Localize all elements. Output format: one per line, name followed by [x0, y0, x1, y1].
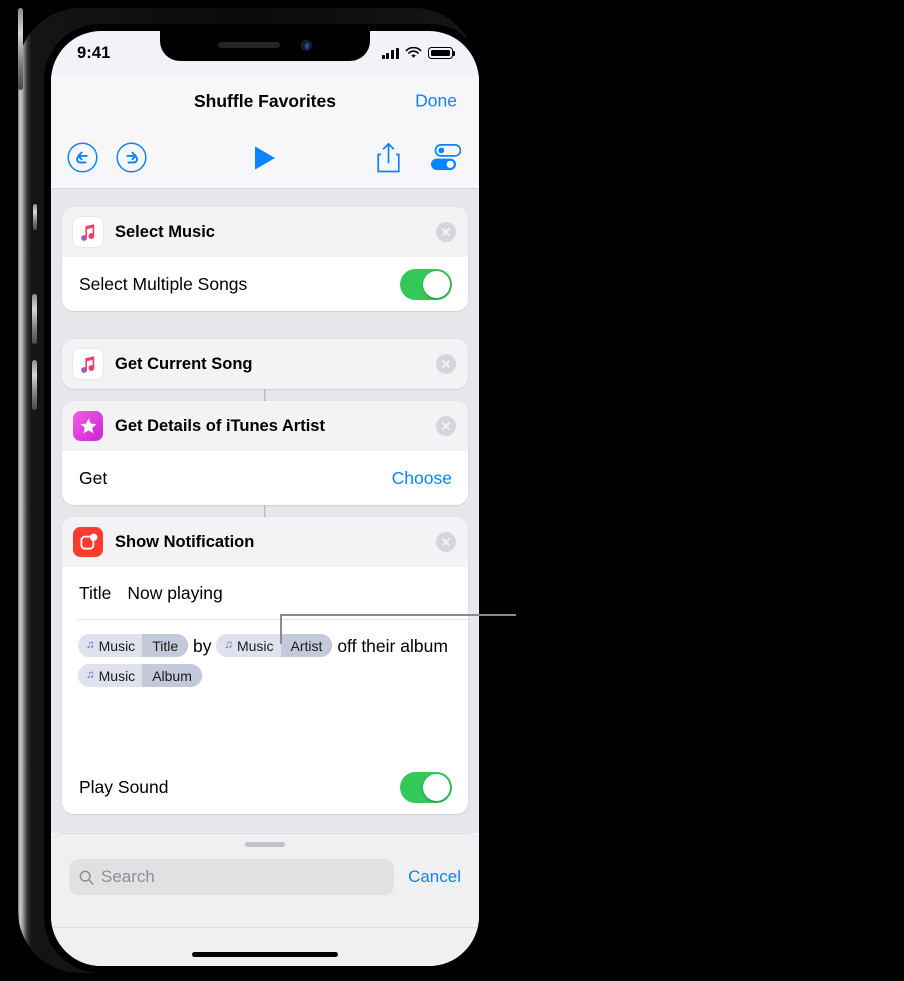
search-row: Search Cancel — [51, 847, 479, 895]
token-app-label: Music — [98, 667, 136, 684]
action-row-select-multiple-songs[interactable]: Select Multiple Songs — [62, 257, 468, 311]
action-card-get-current-song[interactable]: Get Current Song — [62, 339, 468, 389]
remove-action-close-icon[interactable] — [436, 416, 456, 436]
home-indicator[interactable] — [192, 952, 338, 957]
row-label: Play Sound — [79, 776, 169, 797]
tray-divider — [51, 927, 479, 928]
shortcut-actions-list: Select Music Select Multiple Songs Get C… — [51, 189, 479, 833]
action-row-get[interactable]: Get Choose — [62, 451, 468, 505]
search-placeholder-text: Search — [101, 867, 155, 886]
navigation-bar: Shuffle Favorites Done — [51, 75, 479, 127]
action-title: Get Current Song — [115, 354, 253, 373]
magic-variable-token-music-title[interactable]: ♫ Music Title — [78, 634, 189, 658]
music-note-icon: ♫ — [224, 639, 233, 652]
apple-music-icon — [73, 217, 103, 247]
body-text-album: album — [400, 635, 448, 656]
action-connector-line — [264, 505, 266, 517]
earpiece-speaker-icon — [218, 42, 280, 48]
card-spacer — [62, 311, 468, 339]
action-card-header[interactable]: Show Notification — [62, 517, 468, 567]
body-text-off-their: off their — [337, 635, 396, 656]
magic-variable-token-music-artist[interactable]: ♫ Music Artist — [216, 634, 333, 658]
magic-variable-token-music-album[interactable]: ♫ Music Album — [78, 664, 202, 688]
redo-icon[interactable] — [116, 142, 147, 173]
choose-button[interactable]: Choose — [392, 468, 452, 489]
action-card-select-music[interactable]: Select Music Select Multiple Songs — [62, 207, 468, 311]
action-row-play-sound[interactable]: Play Sound — [62, 760, 468, 815]
token-field-label: Title — [142, 634, 189, 658]
token-app-label: Music — [98, 637, 136, 654]
search-input[interactable]: Search — [69, 859, 395, 895]
row-label: Get — [79, 467, 108, 488]
token-app-segment: ♫ Music — [78, 634, 143, 658]
token-app-segment: ♫ Music — [78, 664, 143, 688]
volume-down-button[interactable] — [32, 360, 37, 410]
action-title: Show Notification — [115, 532, 255, 551]
remove-action-close-icon[interactable] — [436, 222, 456, 242]
volume-up-button[interactable] — [32, 294, 37, 344]
page-title: Shuffle Favorites — [194, 90, 336, 111]
search-icon — [79, 870, 94, 885]
action-title: Select Music — [115, 222, 215, 241]
status-bar-indicators — [381, 47, 456, 59]
editor-toolbar — [51, 127, 479, 189]
token-field-label: Artist — [280, 634, 333, 658]
play-sound-toggle[interactable] — [400, 771, 452, 803]
remove-action-close-icon[interactable] — [436, 354, 456, 374]
play-icon[interactable] — [252, 144, 278, 172]
action-card-show-notification[interactable]: Show Notification Title Now playing ♫ Mu… — [62, 517, 468, 815]
token-app-segment: ♫ Music — [216, 634, 281, 658]
action-card-get-details-of-itunes-artist[interactable]: Get Details of iTunes Artist Get Choose — [62, 401, 468, 505]
body-text-by: by — [193, 635, 212, 656]
action-connector-line — [264, 389, 266, 401]
action-card-header[interactable]: Get Current Song — [62, 339, 468, 389]
music-note-icon: ♫ — [86, 639, 95, 652]
remove-action-close-icon[interactable] — [436, 532, 456, 552]
card-connector-spacer — [62, 505, 468, 517]
action-search-tray: Search Cancel — [51, 833, 479, 966]
token-field-label: Album — [142, 664, 202, 688]
phone-screen: 9:41 Shuffle Favorites Done Select Music… — [51, 31, 479, 966]
show-notification-icon — [73, 527, 103, 557]
card-connector-spacer — [62, 389, 468, 401]
action-card-header[interactable]: Select Music — [62, 207, 468, 257]
notification-body-input[interactable]: ♫ Music Title by ♫ Music Artist off thei… — [62, 619, 468, 760]
settings-toggles-icon[interactable] — [429, 144, 461, 171]
token-app-label: Music — [236, 637, 274, 654]
battery-full-icon — [428, 47, 456, 59]
music-note-icon: ♫ — [86, 669, 95, 682]
cancel-button[interactable]: Cancel — [408, 867, 461, 887]
action-title: Get Details of iTunes Artist — [115, 416, 325, 435]
iphone-device-frame: 9:41 Shuffle Favorites Done Select Music… — [18, 8, 486, 973]
row-label: Select Multiple Songs — [79, 273, 248, 294]
done-button[interactable]: Done — [415, 91, 457, 112]
notification-title-row[interactable]: Title Now playing — [62, 567, 468, 619]
power-button[interactable] — [18, 8, 23, 90]
apple-music-icon — [73, 349, 103, 379]
wifi-icon — [405, 47, 422, 58]
undo-icon[interactable] — [67, 142, 98, 173]
itunes-store-star-icon — [73, 411, 103, 441]
callout-line-vertical — [280, 614, 282, 644]
notification-title-label: Title — [79, 582, 112, 603]
silent-switch-button[interactable] — [33, 204, 37, 230]
device-notch — [160, 31, 370, 61]
notification-title-input[interactable]: Now playing — [127, 583, 222, 604]
front-camera-icon — [301, 40, 312, 51]
cellular-signal-icon — [381, 47, 399, 59]
select-multiple-songs-toggle[interactable] — [400, 268, 452, 300]
action-card-header[interactable]: Get Details of iTunes Artist — [62, 401, 468, 451]
share-icon[interactable] — [376, 142, 401, 173]
callout-line-horizontal — [280, 614, 516, 616]
status-bar-time: 9:41 — [77, 43, 111, 62]
